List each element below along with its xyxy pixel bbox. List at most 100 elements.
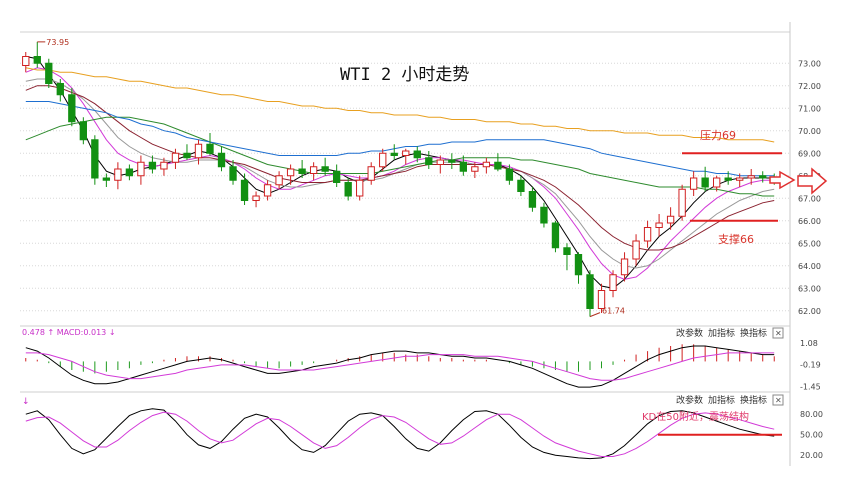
candle-body [91,139,99,179]
candle-body [689,177,698,190]
candle-body [102,177,111,181]
candle-body [148,161,157,170]
switch-indicator-button[interactable]: 换指标 [740,394,767,406]
candle-body [666,215,675,224]
candle-body [79,121,87,141]
candle-body [425,157,433,165]
candle-body [68,94,76,123]
candle-body [643,227,652,242]
change-params-button[interactable]: 改参数 [676,394,703,406]
price-tick-label: 65.00 [798,239,821,248]
candle-body [114,168,122,181]
add-indicator-button[interactable]: 加指标 [708,327,735,339]
price-tick-label: 73.00 [798,59,821,68]
candle-body [321,166,329,172]
candle-body [528,191,537,208]
candle-body [33,56,41,64]
add-indicator-button[interactable]: 加指标 [708,394,735,406]
candle-body [494,161,502,170]
candle-body [713,177,721,188]
price-tick-label: 62.00 [798,307,821,316]
macd-header: 0.478 ↑ MACD:0.013 ↓ [22,328,116,337]
low-label: 61.74 [602,307,625,316]
candle-body [252,195,260,201]
macd-tick-label: -1.45 [800,382,821,391]
candle-body [574,254,583,276]
candle-body [240,179,249,201]
low-marker: 61.74 [589,307,625,318]
candle-body [309,166,318,174]
candle-body [747,175,755,179]
close-icon: ✕ [775,329,782,338]
macd-toolbar: 改参数 加指标 换指标 ✕ [676,327,784,339]
candle-body [620,258,629,276]
candle-body [367,166,375,181]
candle-body [356,179,364,197]
candle-body [125,168,134,177]
price-tick-label: 72.00 [798,82,821,91]
price-tick-label: 63.00 [798,284,821,293]
price-tick-label: 70.00 [798,127,821,136]
candle-body [551,222,560,249]
candle-body [206,143,214,154]
price-tick-label: 64.00 [798,262,821,271]
candle-body [724,177,732,181]
candle-body [286,168,295,177]
price-tick-label: 67.00 [798,194,821,203]
macd-tick-label: -0.19 [800,361,821,370]
candle-body [609,274,617,291]
candle-body [194,143,203,159]
macd-axis-ticks: 1.08 -0.19 -1.45 [800,339,821,391]
macd-indicator [25,344,775,388]
candle-body [701,177,709,188]
resistance-label: 压力69 [700,129,736,142]
candle-body [333,170,341,183]
kd-tick-label: 50.00 [800,431,823,440]
kd-note: KD在50附近，震荡结构 [642,410,749,423]
candle-body [275,175,283,186]
wti-chart: 73.0072.0071.0070.0069.0068.0067.0066.00… [20,22,828,466]
kd-arrow-icon: ↓ [22,397,30,407]
price-tick-label: 66.00 [798,217,821,226]
candle-body [632,240,640,260]
candle-body [45,62,53,84]
macd-dif-line [25,345,775,388]
kd-axis-ticks: 80.00 50.00 20.00 [800,410,823,460]
moving-average-line [25,116,775,197]
change-params-button[interactable]: 改参数 [676,327,703,339]
candle-body [459,161,467,172]
close-icon: ✕ [775,396,782,405]
high-label: 73.95 [46,38,69,47]
kd-tick-label: 80.00 [800,410,823,419]
candle-body [563,247,571,255]
price-tick-label: 71.00 [798,104,821,113]
support-label: 支撑66 [718,232,754,246]
candle-body [448,159,456,163]
macd-tick-label: 1.08 [800,339,818,348]
candle-body [471,166,479,172]
candle-body [263,184,272,197]
candle-body [22,56,30,66]
candle-body [217,152,226,168]
candle-body [678,188,686,217]
candle-body [540,206,548,224]
candle-body [482,161,491,168]
price-tick-label: 69.00 [798,149,821,158]
candle-body [137,161,145,177]
candle-body [229,166,237,181]
kd-tick-label: 20.00 [800,451,823,460]
candle-body [171,152,180,163]
kd-toolbar: 改参数 加指标 换指标 ✕ [676,394,784,406]
candle-body [402,150,410,156]
high-marker: 73.95 [37,38,69,47]
candle-body [655,222,663,228]
candle-body [298,168,306,174]
switch-indicator-button[interactable]: 换指标 [740,327,767,339]
candle-body [436,159,444,165]
candle-body [736,177,744,181]
candle-body [505,168,514,181]
candle-body [56,83,64,96]
candle-body [759,175,767,179]
candle-body [160,161,168,170]
candle-body [344,182,352,197]
